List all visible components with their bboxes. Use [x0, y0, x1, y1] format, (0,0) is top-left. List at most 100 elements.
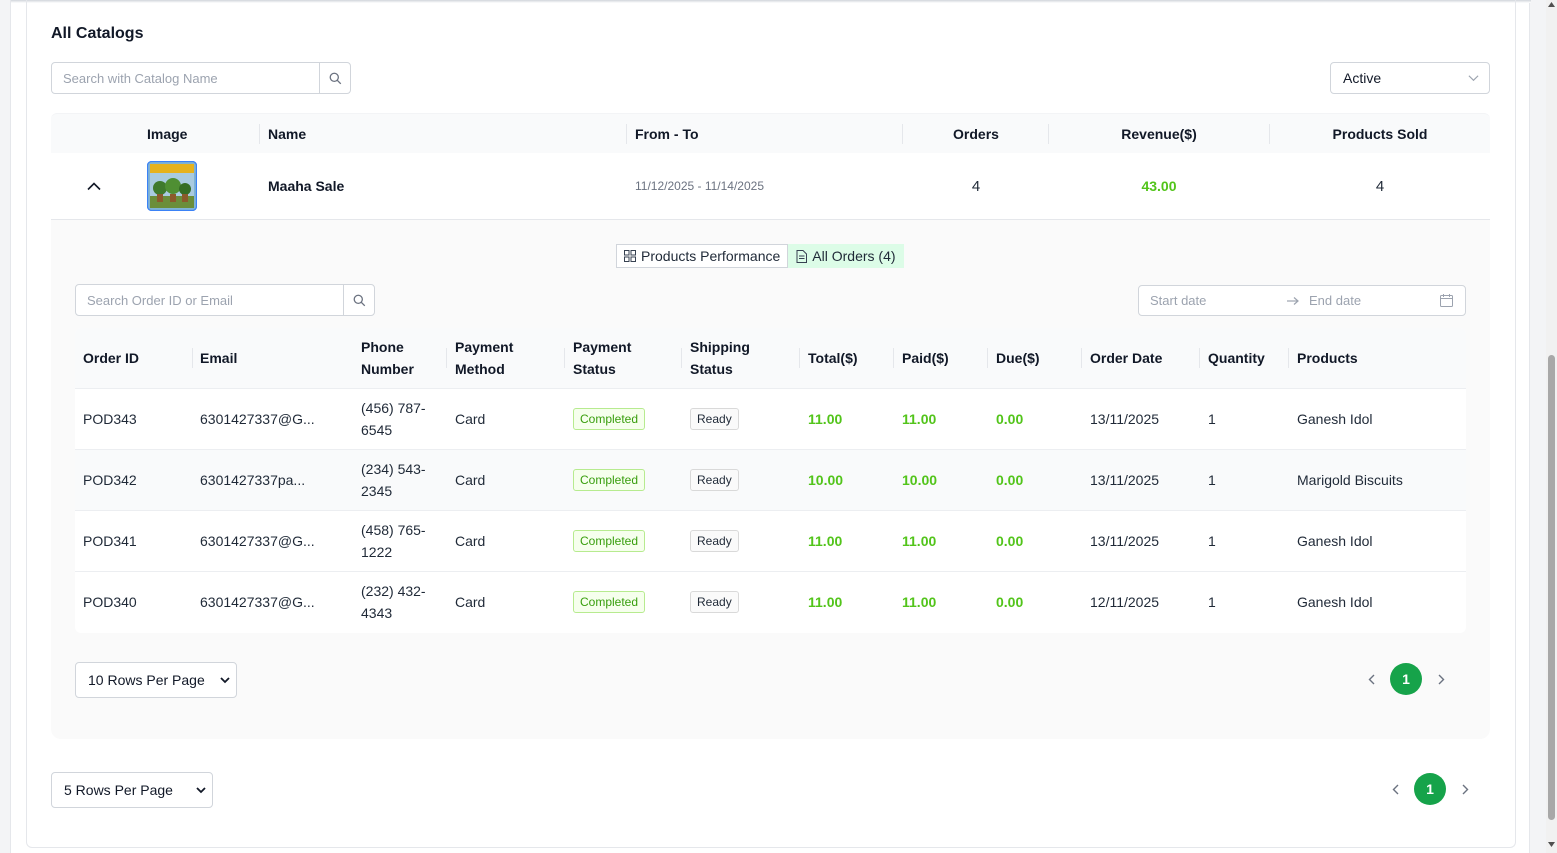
order-phone: (456) 787-6545 [361, 400, 426, 438]
payment-status-badge: Completed [573, 530, 646, 552]
order-email: 6301427337@G... [200, 533, 315, 549]
col-separator [1081, 348, 1082, 368]
scrollbar-thumb[interactable] [1548, 355, 1555, 820]
order-id: POD341 [83, 533, 137, 549]
order-phone: (234) 543-2345 [361, 461, 426, 499]
col-quantity: Quantity [1208, 350, 1265, 366]
chevron-right-icon [1438, 674, 1444, 684]
catalog-search-button[interactable] [319, 63, 350, 93]
chevron-left-icon [1392, 784, 1398, 794]
status-filter-value: Active [1343, 70, 1382, 86]
col-payment-method: Payment Method [455, 339, 514, 377]
order-product: Marigold Biscuits [1297, 472, 1403, 488]
order-quantity: 1 [1208, 411, 1216, 427]
col-image: Image [147, 126, 188, 142]
start-date-input[interactable]: Start date [1150, 293, 1206, 308]
chevron-down-icon [1468, 75, 1479, 82]
order-due: 0.00 [996, 594, 1024, 610]
tab-all-orders[interactable]: All Orders (4) [788, 244, 904, 268]
col-due: Due($) [996, 350, 1040, 366]
col-products: Products [1297, 350, 1358, 366]
catalog-row[interactable]: Maaha Sale 11/12/2025 - 11/14/2025 4 43.… [51, 153, 1490, 220]
next-page-button[interactable] [1446, 773, 1484, 805]
order-search [75, 284, 375, 316]
document-icon [796, 249, 808, 263]
catalog-revenue: 43.00 [1141, 178, 1177, 194]
chevron-down-icon [220, 677, 230, 684]
order-quantity: 1 [1208, 472, 1216, 488]
col-order-date: Order Date [1090, 350, 1163, 366]
catalog-thumbnail[interactable] [147, 153, 197, 219]
tab-products-performance[interactable]: Products Performance [616, 244, 789, 268]
order-total: 11.00 [808, 533, 843, 549]
order-payment-method: Card [455, 472, 486, 488]
col-separator [259, 124, 260, 144]
catalog-search [51, 62, 351, 94]
order-search-button[interactable] [343, 285, 374, 315]
col-payment-status: Payment Status [573, 339, 632, 377]
order-row[interactable]: POD343 6301427337@G... (456) 787-6545 Ca… [75, 389, 1466, 450]
order-quantity: 1 [1208, 533, 1216, 549]
col-separator [626, 124, 627, 144]
order-search-input[interactable] [76, 285, 344, 315]
order-id: POD340 [83, 594, 137, 610]
end-date-input[interactable]: End date [1309, 293, 1361, 308]
order-product: Ganesh Idol [1297, 411, 1373, 427]
order-quantity: 1 [1208, 594, 1216, 610]
order-total: 10.00 [808, 472, 844, 488]
date-range-picker[interactable]: Start date End date [1138, 285, 1466, 316]
detail-tabs: Products Performance All Orders (4) [616, 244, 904, 268]
order-phone: (232) 432-4343 [361, 583, 426, 621]
order-product: Ganesh Idol [1297, 594, 1373, 610]
catalog-search-input[interactable] [52, 63, 320, 93]
shipping-status-badge: Ready [690, 408, 739, 430]
order-row[interactable]: POD342 6301427337pa... (234) 543-2345 Ca… [75, 450, 1466, 511]
order-payment-method: Card [455, 411, 486, 427]
order-email: 6301427337pa... [200, 472, 306, 488]
col-shipping-status: Shipping Status [690, 339, 750, 377]
order-row[interactable]: POD341 6301427337@G... (458) 765-1222 Ca… [75, 511, 1466, 572]
page-scrollbar[interactable] [1546, 0, 1557, 853]
page-1-button[interactable]: 1 [1390, 663, 1422, 695]
orders-rows-per-page-select[interactable]: 10 Rows Per Page [75, 662, 237, 698]
order-paid: 11.00 [902, 411, 937, 427]
col-separator [987, 348, 988, 368]
col-products-sold: Products Sold [1332, 126, 1428, 142]
prev-page-button[interactable] [1376, 773, 1414, 805]
chevron-up-icon [87, 182, 101, 191]
col-phone: Phone Number [361, 339, 414, 377]
order-total: 11.00 [808, 411, 843, 427]
order-payment-method: Card [455, 533, 486, 549]
col-separator [1199, 348, 1200, 368]
next-page-button[interactable] [1422, 663, 1460, 695]
col-separator [799, 348, 800, 368]
catalog-date-range: 11/12/2025 - 11/14/2025 [635, 179, 764, 193]
order-row[interactable]: POD340 6301427337@G... (232) 432-4343 Ca… [75, 572, 1466, 633]
col-separator [1288, 348, 1289, 368]
page-1-button[interactable]: 1 [1414, 773, 1446, 805]
tab-label: All Orders (4) [812, 248, 896, 264]
shipping-status-badge: Ready [690, 469, 739, 491]
order-date: 13/11/2025 [1090, 411, 1160, 427]
order-email: 6301427337@G... [200, 411, 315, 427]
collapse-row-button[interactable] [87, 153, 101, 219]
payment-status-badge: Completed [573, 591, 646, 613]
col-orders: Orders [953, 126, 999, 142]
orders-table-header: Order ID Email Phone Number Payment Meth… [75, 328, 1466, 389]
search-icon [353, 294, 365, 306]
order-paid: 10.00 [902, 472, 938, 488]
col-total: Total($) [808, 350, 858, 366]
status-filter-select[interactable]: Active [1330, 62, 1490, 94]
order-paid: 11.00 [902, 533, 937, 549]
col-from-to: From - To [635, 126, 699, 142]
catalog-rows-per-page-select[interactable]: 5 Rows Per Page [51, 772, 213, 808]
col-separator [192, 348, 193, 368]
order-payment-method: Card [455, 594, 486, 610]
order-date: 12/11/2025 [1090, 594, 1160, 610]
order-product: Ganesh Idol [1297, 533, 1373, 549]
orders-pagination: 1 [1352, 663, 1460, 695]
order-due: 0.00 [996, 411, 1024, 427]
order-due: 0.00 [996, 472, 1024, 488]
prev-page-button[interactable] [1352, 663, 1390, 695]
col-paid: Paid($) [902, 350, 949, 366]
